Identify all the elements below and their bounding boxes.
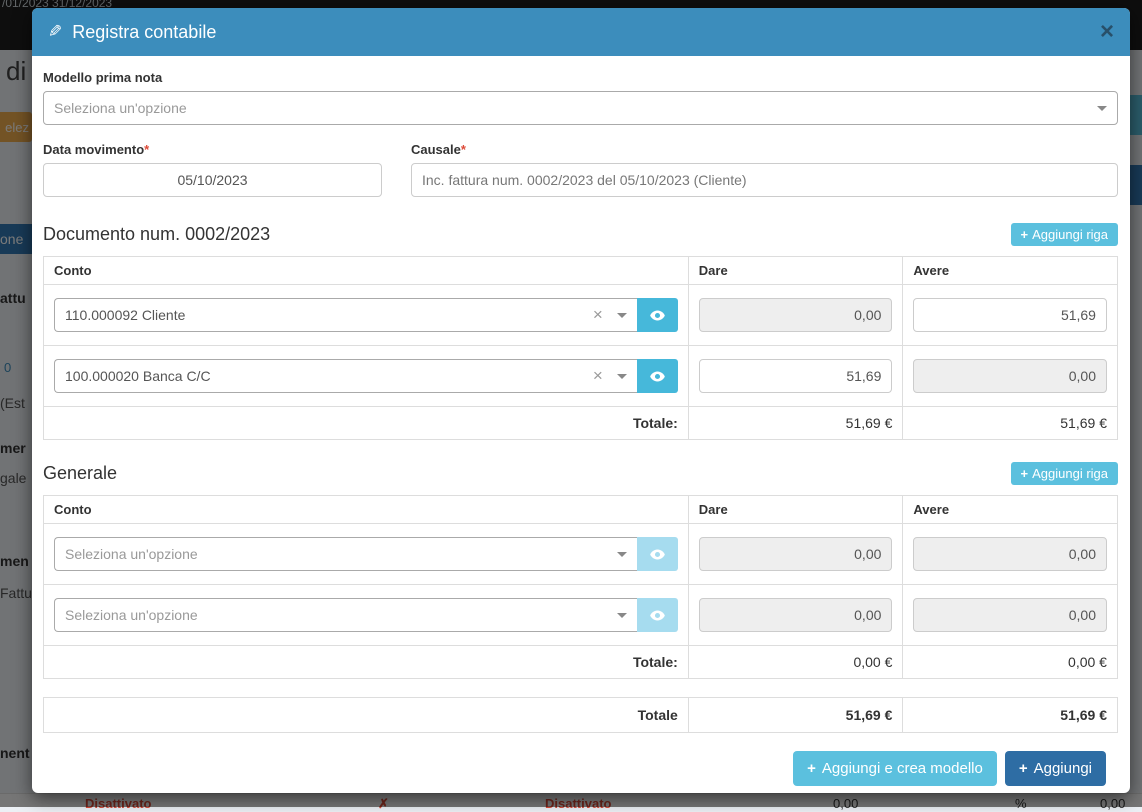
causale-group: Causale* (411, 142, 1118, 197)
total-dare: 0,00 € (688, 646, 903, 678)
chevron-down-icon (617, 374, 627, 379)
pencil-icon: ✎ (48, 22, 62, 42)
avere-input (913, 359, 1107, 393)
required-asterisk: * (144, 142, 149, 157)
table-row: Seleziona un'opzione (44, 523, 1117, 584)
section-total-row: Totale: 0,00 € 0,00 € (44, 645, 1117, 678)
documento-table: Conto Dare Avere 110.000092 Cliente × (43, 256, 1118, 440)
total-label: Totale: (44, 407, 688, 439)
plus-icon: + (1021, 227, 1029, 242)
view-account-button (637, 537, 678, 571)
clear-icon[interactable]: × (593, 366, 603, 386)
conto-select[interactable]: Seleziona un'opzione (54, 537, 637, 571)
documento-section-title: Documento num. 0002/2023 (43, 224, 270, 245)
modal-body: Modello prima nota Seleziona un'opzione … (32, 56, 1130, 786)
chevron-down-icon (617, 613, 627, 618)
grand-total-avere: 51,69 € (902, 698, 1117, 732)
col-avere: Avere (902, 257, 1117, 284)
table-row: 100.000020 Banca C/C × (44, 345, 1117, 406)
total-avere: 0,00 € (902, 646, 1117, 678)
dare-input[interactable] (699, 359, 893, 393)
add-button[interactable]: +Aggiungi (1005, 751, 1106, 786)
grand-total-table: Totale 51,69 € 51,69 € (43, 697, 1118, 733)
avere-input (913, 598, 1107, 632)
causale-label: Causale (411, 142, 461, 157)
view-account-button[interactable] (637, 359, 678, 393)
required-asterisk: * (461, 142, 466, 157)
modal-footer: +Aggiungi e crea modello +Aggiungi (43, 751, 1118, 786)
dare-input (699, 537, 893, 571)
modello-select[interactable]: Seleziona un'opzione (43, 91, 1118, 125)
view-account-button[interactable] (637, 298, 678, 332)
modello-label: Modello prima nota (43, 70, 1118, 85)
eye-icon (649, 368, 666, 385)
eye-icon (649, 546, 666, 563)
avere-input[interactable] (913, 298, 1107, 332)
modal-title-text: Registra contabile (72, 22, 216, 43)
registra-contabile-modal: ✎ Registra contabile × Modello prima not… (32, 8, 1130, 793)
causale-input[interactable] (411, 163, 1118, 197)
table-header-row: Conto Dare Avere (44, 496, 1117, 523)
table-row: 110.000092 Cliente × (44, 284, 1117, 345)
conto-select[interactable]: 110.000092 Cliente × (54, 298, 637, 332)
conto-select[interactable]: 100.000020 Banca C/C × (54, 359, 637, 393)
chevron-down-icon (1097, 106, 1107, 111)
clear-icon[interactable]: × (593, 305, 603, 325)
col-dare: Dare (688, 257, 903, 284)
avere-input (913, 537, 1107, 571)
eye-icon (649, 607, 666, 624)
dare-input (699, 598, 893, 632)
total-dare: 51,69 € (688, 407, 903, 439)
close-icon[interactable]: × (1100, 20, 1114, 44)
chevron-down-icon (617, 552, 627, 557)
dare-input (699, 298, 893, 332)
plus-icon: + (1021, 466, 1029, 481)
generale-section-title: Generale (43, 463, 117, 484)
plus-icon: + (807, 760, 816, 777)
total-avere: 51,69 € (902, 407, 1117, 439)
chevron-down-icon (617, 313, 627, 318)
grand-total-label: Totale (44, 698, 688, 732)
add-and-create-model-button[interactable]: +Aggiungi e crea modello (793, 751, 997, 786)
section-total-row: Totale: 51,69 € 51,69 € (44, 406, 1117, 439)
total-label: Totale: (44, 646, 688, 678)
generale-table: Conto Dare Avere Seleziona un'opzione (43, 495, 1118, 679)
col-dare: Dare (688, 496, 903, 523)
modal-header: ✎ Registra contabile × (32, 8, 1130, 56)
col-avere: Avere (902, 496, 1117, 523)
modal-title: ✎ Registra contabile (48, 22, 216, 43)
col-conto: Conto (44, 257, 688, 284)
add-row-button[interactable]: +Aggiungi riga (1011, 462, 1118, 485)
modello-select-placeholder: Seleziona un'opzione (54, 100, 1097, 116)
grand-total-row: Totale 51,69 € 51,69 € (44, 698, 1117, 732)
table-header-row: Conto Dare Avere (44, 257, 1117, 284)
conto-select[interactable]: Seleziona un'opzione (54, 598, 637, 632)
eye-icon (649, 307, 666, 324)
data-movimento-group: Data movimento* (43, 142, 382, 197)
view-account-button (637, 598, 678, 632)
data-movimento-input[interactable] (43, 163, 382, 197)
table-row: Seleziona un'opzione (44, 584, 1117, 645)
col-conto: Conto (44, 496, 688, 523)
grand-total-dare: 51,69 € (688, 698, 903, 732)
plus-icon: + (1019, 760, 1028, 777)
data-movimento-label: Data movimento (43, 142, 144, 157)
add-row-button[interactable]: +Aggiungi riga (1011, 223, 1118, 246)
